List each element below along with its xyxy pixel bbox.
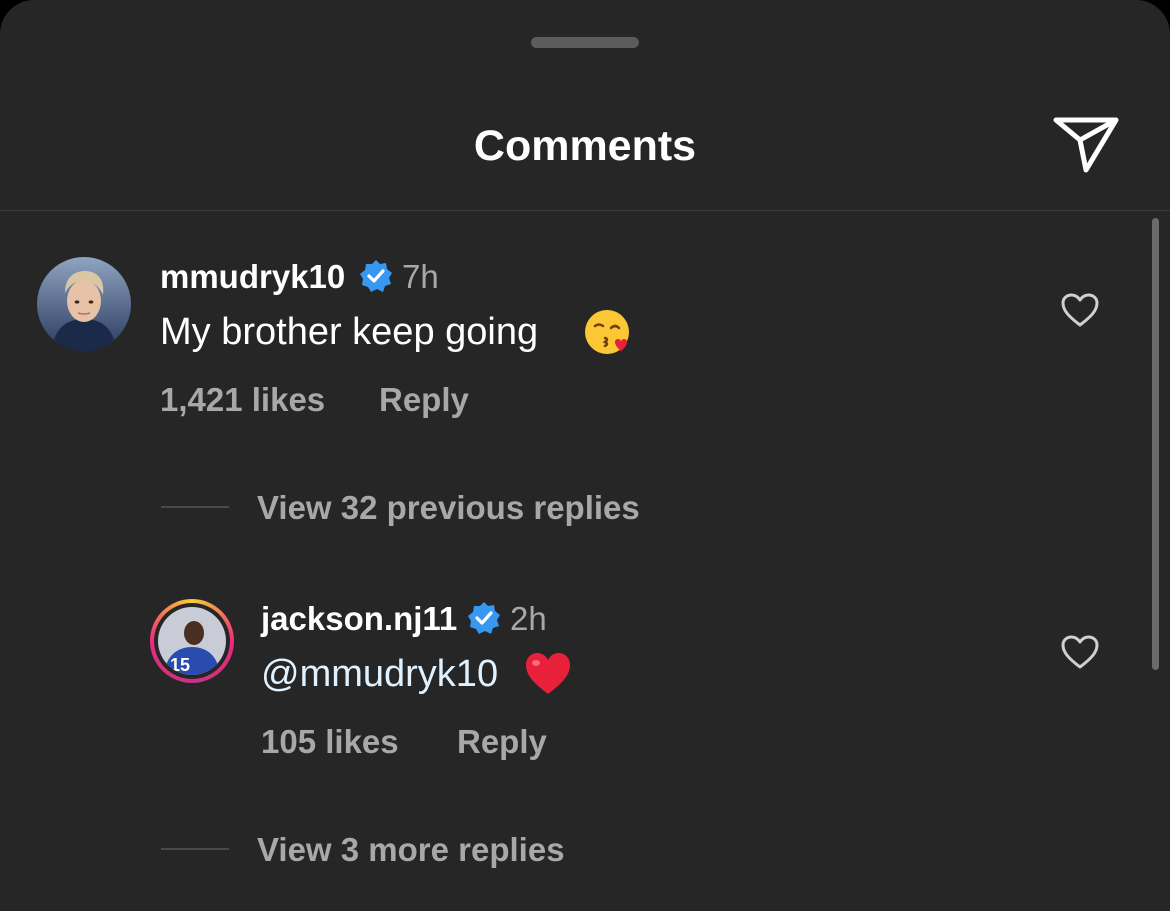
kissing-heart-emoji [583,308,633,358]
reply-username[interactable]: jackson.nj11 [261,599,457,639]
likes-count[interactable]: 105 likes [261,722,399,762]
verified-badge-icon [467,601,501,635]
paper-plane-icon[interactable] [1050,112,1122,176]
likes-count[interactable]: 1,421 likes [160,380,325,420]
heart-icon[interactable] [1060,634,1100,670]
comments-sheet: Comments mmudryk10 7h My brother keep go… [0,0,1170,911]
reply-button[interactable]: Reply [457,722,547,762]
reply-thread-line [161,848,229,850]
story-ring-avatar[interactable]: 15 [150,599,234,683]
comment-text: My brother keep going [160,311,539,353]
verified-badge-icon [359,259,393,293]
view-replies-button[interactable]: View 3 more replies [257,830,565,870]
sheet-grabber[interactable] [531,37,639,48]
comment-timestamp: 7h [402,258,439,295]
heart-icon[interactable] [1060,292,1100,328]
page-title: Comments [473,122,697,170]
reply-timestamp: 2h [510,600,547,637]
mention-link[interactable]: @mmudryk10 [261,650,498,698]
reply-thread-line [161,506,229,508]
scrollbar[interactable] [1152,218,1159,670]
view-replies-button[interactable]: View 32 previous replies [257,488,640,528]
comment-username[interactable]: mmudryk10 [160,257,345,297]
reply-button[interactable]: Reply [379,380,469,420]
red-heart-emoji [524,650,572,698]
avatar[interactable] [37,257,131,351]
header-divider [0,210,1170,211]
